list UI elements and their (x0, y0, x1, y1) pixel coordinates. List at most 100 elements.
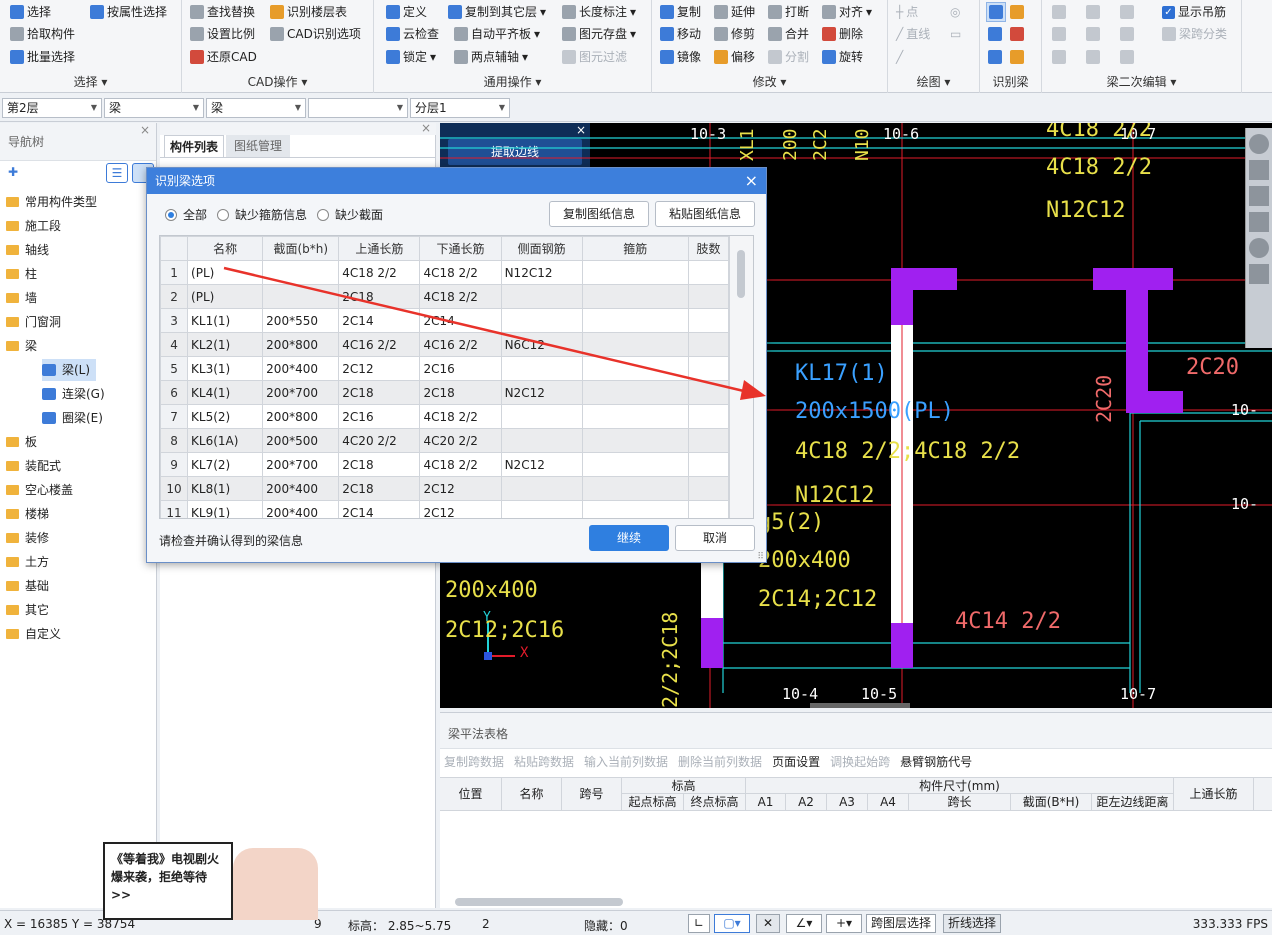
table-cell[interactable]: 4C18 2/2 (338, 260, 421, 285)
layer-select[interactable]: 分层1 ▼ (410, 98, 510, 118)
select-button[interactable]: 选择 (10, 2, 51, 22)
table-cell[interactable] (500, 356, 583, 381)
show-hanger-toggle[interactable]: ✓ 显示吊筋 (1162, 2, 1226, 22)
pick-component-button[interactable]: 拾取构件 (10, 24, 75, 44)
break-button[interactable]: 打断 (768, 2, 809, 22)
swap-start-span-button[interactable]: 调换起始跨 (830, 753, 890, 770)
nav-item[interactable]: 柱 (6, 263, 37, 285)
table-cell[interactable]: KL1(1) (187, 308, 264, 333)
column-header[interactable]: 名称 (187, 236, 264, 261)
two-point-axis-button[interactable]: 两点辅轴 ▾ (454, 47, 528, 67)
table-cell[interactable]: 4C20 2/2 (419, 428, 502, 453)
table-cell[interactable] (687, 404, 730, 429)
copy-button[interactable]: 复制 (660, 2, 701, 22)
radio-missing-section[interactable] (317, 208, 330, 221)
table-cell[interactable]: 2C14 (338, 308, 421, 333)
beam-edit-tool-9[interactable] (1120, 47, 1134, 67)
table-cell[interactable]: 200*400 (262, 500, 340, 518)
ad-banner[interactable]: 《等着我》电视剧火爆来袭，拒绝等待>> (103, 842, 233, 920)
rotate-view-icon[interactable] (1249, 238, 1269, 258)
cloud-check-button[interactable]: 云检查 (386, 24, 439, 44)
table-cell[interactable]: N12C12 (500, 260, 583, 285)
page-settings-button[interactable]: 页面设置 (772, 753, 820, 770)
nav-subitem[interactable]: 连梁(G) (42, 383, 111, 405)
table-cell[interactable]: 2C18 (338, 284, 421, 309)
table-cell[interactable]: KL7(2) (187, 452, 264, 477)
nav-subitem[interactable]: 梁(L) (42, 359, 97, 381)
circle-draw-button[interactable]: ◎ (950, 2, 960, 22)
table-cell[interactable] (687, 428, 730, 453)
nav-item[interactable]: 门窗洞 (6, 311, 61, 333)
restore-cad-button[interactable]: 还原CAD (190, 47, 257, 67)
trim-button[interactable]: 修剪 (714, 24, 755, 44)
radio-all[interactable] (165, 208, 177, 221)
column-header[interactable]: 下通长筋 (419, 236, 502, 261)
table-cell[interactable] (581, 308, 689, 333)
table-cell[interactable] (500, 404, 583, 429)
column-header[interactable] (160, 236, 189, 261)
line-button[interactable]: ╱ 直线 (896, 24, 930, 44)
resize-grip-icon[interactable]: ⠿ (757, 552, 764, 562)
table-cell[interactable]: 200*400 (262, 356, 340, 381)
offset-toggle[interactable]: +▾ (826, 914, 862, 933)
table-cell[interactable] (687, 332, 730, 357)
type-select-1[interactable]: 梁 ▼ (104, 98, 204, 118)
grid-view-icon[interactable] (1249, 264, 1269, 284)
table-cell[interactable] (581, 332, 689, 357)
close-icon[interactable]: × (421, 121, 431, 135)
beam-edit-tool-2[interactable] (1086, 2, 1100, 22)
table-cell[interactable]: KL6(1A) (187, 428, 264, 453)
table-cell[interactable]: 200*800 (262, 332, 340, 357)
tab-drawing-management[interactable]: 图纸管理 (226, 135, 290, 157)
close-icon[interactable]: × (140, 123, 150, 137)
move-button[interactable]: 移动 (660, 24, 701, 44)
column-header[interactable]: 截面(b*h) (262, 236, 340, 261)
table-row[interactable]: 8 KL6(1A) 200*500 4C20 2/2 4C20 2/2 (160, 428, 730, 453)
horizontal-scrollbar[interactable] (455, 898, 623, 906)
table-cell[interactable] (581, 404, 689, 429)
table-cell[interactable]: (PL) (187, 260, 264, 285)
orbit-icon[interactable] (1249, 134, 1269, 154)
nav-item[interactable]: 常用构件类型 (6, 191, 97, 213)
save-element-button[interactable]: 图元存盘 ▾ (562, 24, 636, 44)
table-cell[interactable]: N6C12 (500, 332, 583, 357)
column-header[interactable]: 箍筋 (581, 236, 689, 261)
cube-view-icon[interactable] (1249, 212, 1269, 232)
table-cell[interactable]: 2C18 (338, 476, 421, 501)
cad-options-button[interactable]: CAD识别选项 (270, 24, 361, 44)
copy-drawing-info-button[interactable]: 复制图纸信息 (549, 201, 649, 227)
table-row[interactable]: 9 KL7(2) 200*700 2C18 4C18 2/2 N2C12 (160, 452, 730, 477)
recognize-beam-button[interactable] (986, 2, 1006, 22)
nav-item[interactable]: 装配式 (6, 455, 61, 477)
nav-item[interactable]: 基础 (6, 575, 49, 597)
table-cell[interactable] (581, 260, 689, 285)
table-cell[interactable]: 2C12 (419, 476, 502, 501)
find-replace-button[interactable]: 查找替换 (190, 2, 255, 22)
table-cell[interactable]: KL2(1) (187, 332, 264, 357)
table-cell[interactable] (687, 452, 730, 477)
cross-layer-select-button[interactable]: 跨图层选择 (866, 914, 937, 933)
extend-button[interactable]: 延伸 (714, 2, 755, 22)
nav-item[interactable]: 土方 (6, 551, 49, 573)
table-cell[interactable]: 2C16 (419, 356, 502, 381)
tab-component-list[interactable]: 构件列表 (164, 135, 224, 157)
beam-edit-tool-8[interactable] (1086, 47, 1100, 67)
cantilever-code-button[interactable]: 悬臂钢筋代号 (900, 753, 972, 770)
select-by-attr-button[interactable]: 按属性选择 (90, 2, 167, 22)
column-header[interactable]: 肢数 (687, 236, 730, 261)
table-row[interactable]: 10 KL8(1) 200*400 2C18 2C12 (160, 476, 730, 501)
table-cell[interactable]: 2C12 (419, 500, 502, 518)
beam-edit-tool-1[interactable] (1052, 2, 1066, 22)
table-cell[interactable]: 4C18 2/2 (419, 284, 502, 309)
nav-item[interactable]: 施工段 (6, 215, 61, 237)
table-cell[interactable]: (PL) (187, 284, 264, 309)
table-cell[interactable] (500, 308, 583, 333)
table-cell[interactable]: KL9(1) (187, 500, 264, 518)
table-cell[interactable] (500, 428, 583, 453)
cancel-button[interactable]: 取消 (675, 525, 755, 551)
box-view-icon[interactable] (1249, 186, 1269, 206)
copy-span-data-button[interactable]: 复制跨数据 (444, 753, 504, 770)
table-cell[interactable]: 200*550 (262, 308, 340, 333)
table-cell[interactable]: N2C12 (500, 380, 583, 405)
table-cell[interactable]: 2C16 (338, 404, 421, 429)
